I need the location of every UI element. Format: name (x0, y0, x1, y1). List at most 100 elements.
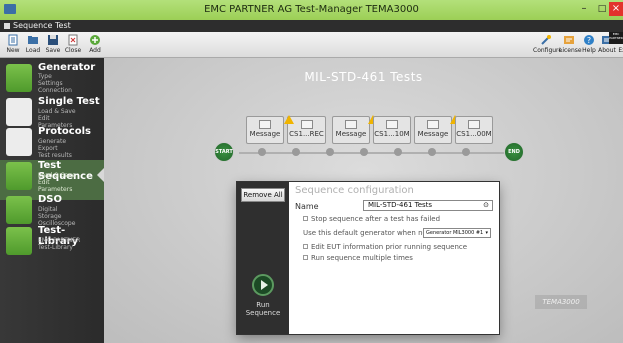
timeline-dot[interactable] (394, 148, 402, 156)
sidebar: Generator Type Settings Connection Singl… (0, 58, 104, 343)
document-tab-bar: Sequence Test (0, 20, 623, 32)
dialog-action-panel: Remove All Run Sequence (237, 182, 289, 334)
sidebar-sub-settings[interactable]: Settings (38, 80, 63, 87)
svg-text:?: ? (587, 36, 591, 45)
save-button[interactable]: Save (42, 34, 64, 58)
sequence-step[interactable]: CS1...10M (373, 116, 411, 144)
sidebar-sub-edit[interactable]: Edit (38, 179, 50, 186)
test-library-icon (6, 227, 32, 255)
test-icon (386, 120, 398, 129)
option-label: Run sequence multiple times (311, 254, 413, 262)
default-generator-label: Use this default generator when none (303, 229, 436, 237)
sidebar-sub-type[interactable]: Type (38, 73, 52, 80)
name-field[interactable]: MIL-STD-461 Tests ⊙ (363, 200, 493, 211)
test-icon (468, 120, 480, 129)
sidebar-sub-load-save[interactable]: Load & Save (38, 108, 76, 115)
help-button[interactable]: ? Help (580, 34, 598, 58)
remove-all-button[interactable]: Remove All (241, 188, 285, 202)
test-icon (300, 120, 313, 129)
tab-sequence-test[interactable]: Sequence Test (13, 21, 71, 30)
checkbox[interactable] (303, 216, 308, 221)
sidebar-sub-parameters[interactable]: Parameters (38, 186, 72, 193)
minimize-button[interactable]: – (577, 2, 591, 16)
name-value: MIL-STD-461 Tests (368, 201, 433, 209)
sidebar-item-test-library[interactable]: Test-Library EMC PARTNER Test-Library (0, 225, 104, 265)
new-button[interactable]: New (2, 34, 24, 58)
title-bar: EMC PARTNER AG Test-Manager TEMA3000 – □… (0, 0, 623, 20)
close-document-button[interactable]: Close (62, 34, 84, 58)
exit-label: Ex (618, 47, 623, 54)
new-label: New (6, 47, 20, 54)
sidebar-sub-storage[interactable]: Storage (38, 213, 61, 220)
step-label: Message (417, 130, 449, 138)
toolbar: New Load Save Close Add Configure Licens… (0, 32, 623, 58)
timeline-dot[interactable] (428, 148, 436, 156)
sidebar-sub-load-save[interactable]: Load & Save (38, 172, 76, 179)
step-label: CS1...REC (289, 130, 324, 138)
start-node[interactable]: START (214, 142, 234, 162)
sequence-step[interactable]: Message (414, 116, 452, 144)
sidebar-sub-export[interactable]: Export (38, 145, 58, 152)
save-label: Save (45, 47, 61, 54)
name-label: Name (295, 202, 319, 211)
checkbox[interactable] (303, 255, 308, 260)
timeline-dot[interactable] (462, 148, 470, 156)
load-label: Load (25, 47, 41, 54)
option-stop-on-fail[interactable]: Stop sequence after a test has failed (303, 215, 440, 223)
sequence-step[interactable]: Message (246, 116, 284, 144)
sequence-step[interactable]: CS1...00M (455, 116, 493, 144)
dso-icon (6, 196, 32, 224)
option-edit-eut[interactable]: Edit EUT information prior running seque… (303, 243, 467, 251)
timeline-dot[interactable] (258, 148, 266, 156)
message-icon (259, 120, 271, 129)
message-icon (427, 120, 439, 129)
run-sequence-label[interactable]: Run Sequence (239, 301, 287, 317)
timeline-dot[interactable] (360, 148, 368, 156)
sidebar-sub-test-library[interactable]: Test-Library (38, 244, 73, 251)
license-label: License (559, 47, 582, 54)
timeline-dot[interactable] (326, 148, 334, 156)
sidebar-item-title: Single Test (38, 96, 100, 107)
license-button[interactable]: License (559, 34, 582, 58)
configure-button[interactable]: Configure (533, 34, 562, 58)
step-label: CS1...10M (374, 130, 410, 138)
name-dropdown-icon[interactable]: ⊙ (483, 201, 489, 210)
tools-icon (541, 35, 551, 45)
end-node[interactable]: END (504, 142, 524, 162)
timeline-dot[interactable] (292, 148, 300, 156)
add-label: Add (89, 47, 101, 54)
close-window-button[interactable]: × (609, 2, 623, 16)
step-label: Message (335, 130, 367, 138)
floppy-disk-icon (48, 35, 58, 45)
sequence-title: MIL-STD-461 Tests (304, 70, 423, 84)
sidebar-sub-digital[interactable]: Digital (38, 206, 57, 213)
maximize-button[interactable]: □ (595, 2, 609, 16)
checkbox[interactable] (303, 244, 308, 249)
add-button[interactable]: Add (84, 34, 106, 58)
close-label: Close (64, 47, 82, 54)
sidebar-sub-test-results[interactable]: Test results (38, 152, 72, 159)
load-button[interactable]: Load (22, 34, 44, 58)
sidebar-item-title: DSO (38, 194, 63, 205)
option-run-multiple[interactable]: Run sequence multiple times (303, 254, 413, 262)
sidebar-item-title: Protocols (38, 126, 91, 137)
sequence-step[interactable]: Message (332, 116, 370, 144)
chevron-down-icon: ▾ (485, 230, 488, 236)
add-icon (90, 35, 100, 45)
message-icon (345, 120, 357, 129)
tema3000-watermark: TEMA3000 (535, 295, 587, 309)
emc-partner-logo: EMC PARTNER (609, 32, 623, 44)
help-icon: ? (584, 35, 594, 45)
sidebar-sub-generate[interactable]: Generate (38, 138, 66, 145)
sidebar-sub-emc-partner[interactable]: EMC PARTNER (38, 237, 80, 244)
step-label: CS1...00M (456, 130, 492, 138)
sidebar-sub-connection[interactable]: Connection (38, 87, 72, 94)
license-icon (564, 36, 574, 44)
help-label: Help (582, 47, 596, 54)
active-item-indicator (97, 168, 104, 182)
step-label: Message (249, 130, 281, 138)
sidebar-sub-edit[interactable]: Edit (38, 115, 50, 122)
run-sequence-icon[interactable] (252, 274, 274, 296)
generator-value: Generator MIL3000 #1 (426, 230, 484, 236)
generator-select[interactable]: Generator MIL3000 #1 ▾ (423, 228, 491, 238)
